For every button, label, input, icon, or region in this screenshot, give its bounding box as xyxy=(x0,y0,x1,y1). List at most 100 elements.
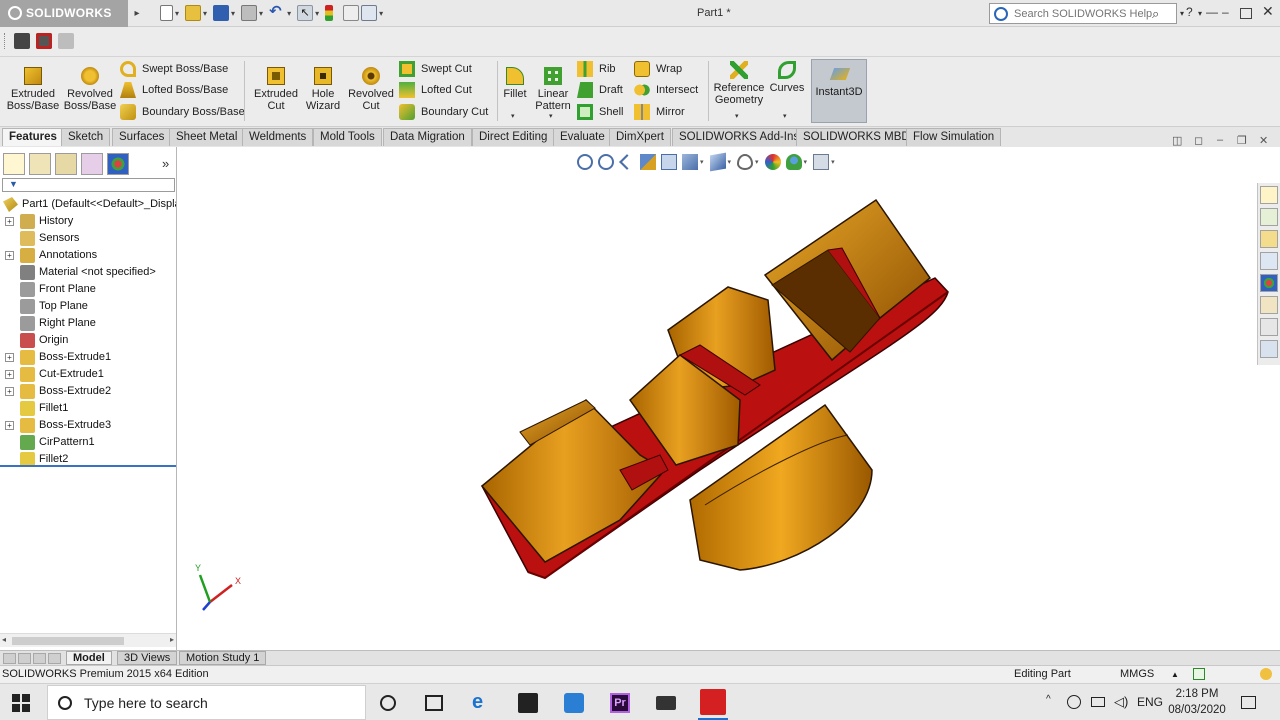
expand-node-icon[interactable]: + xyxy=(5,217,14,226)
tab-model[interactable]: Model xyxy=(66,651,112,665)
menu-expand-icon[interactable]: ▸ xyxy=(130,0,144,27)
file-properties-icon[interactable] xyxy=(343,5,360,21)
tree-item[interactable]: + Annotations xyxy=(0,247,176,264)
tree-horizontal-scrollbar[interactable]: ◂ ▸ xyxy=(0,633,176,647)
tree-item[interactable]: Fillet1 xyxy=(0,400,176,417)
dimxpert-manager-tab-icon[interactable] xyxy=(81,153,103,175)
swept-cut-button[interactable]: Swept Cut xyxy=(399,59,472,79)
extruded-boss-button[interactable]: Extruded Boss/Base xyxy=(6,59,60,112)
unit-system[interactable]: MMGS xyxy=(1120,666,1154,683)
appearances-scenes-icon[interactable] xyxy=(1260,274,1278,292)
input-language[interactable]: ENG xyxy=(1137,695,1163,709)
new-dropdown-icon[interactable]: ▾ xyxy=(175,9,179,18)
scroll-left-icon[interactable]: ◂ xyxy=(2,635,6,644)
property-manager-tab-icon[interactable] xyxy=(29,153,51,175)
intersect-button[interactable]: Intersect xyxy=(634,80,698,100)
last-tab-icon[interactable] xyxy=(48,653,61,664)
help-dropdown-icon[interactable]: ▾ xyxy=(1198,9,1202,18)
tree-item[interactable]: Right Plane xyxy=(0,315,176,332)
mirror-button[interactable]: Mirror xyxy=(634,102,685,122)
save-icon[interactable] xyxy=(213,5,230,21)
action-center-icon[interactable] xyxy=(1241,696,1256,709)
tree-item[interactable]: Front Plane xyxy=(0,281,176,298)
tree-item[interactable]: + Boss-Extrude1 xyxy=(0,349,176,366)
record-camera-icon[interactable] xyxy=(36,33,52,49)
lofted-boss-button[interactable]: Lofted Boss/Base xyxy=(120,80,228,100)
toolbox-icon[interactable] xyxy=(1260,340,1278,358)
open-folder-icon[interactable] xyxy=(185,5,202,21)
rebuild-status-icon[interactable] xyxy=(1260,668,1272,680)
design-library-icon[interactable] xyxy=(1260,208,1278,226)
volume-icon[interactable]: ◁) xyxy=(1114,694,1128,710)
display-manager-tab-icon[interactable] xyxy=(107,153,129,175)
reference-geometry-button[interactable]: Reference Geometry xyxy=(711,59,767,106)
rebuild-traffic-light-icon[interactable] xyxy=(325,5,334,21)
options-icon[interactable] xyxy=(361,5,378,21)
expand-node-icon[interactable]: + xyxy=(5,251,14,260)
solidworks-logo[interactable]: SOLIDWORKS xyxy=(0,0,128,27)
graphics-area[interactable]: ◫ ◻ ‒ ❐ ✕ ▾ ▾ ▾ ▾ ▾ X Y xyxy=(177,134,1280,650)
taskbar-search-box[interactable]: Type here to search xyxy=(47,685,366,720)
instant3d-button[interactable]: Instant3D xyxy=(811,59,867,123)
model-viewport[interactable]: X Y xyxy=(177,147,1280,650)
previous-tab-icon[interactable] xyxy=(18,653,31,664)
store-icon[interactable] xyxy=(518,693,538,713)
search-icon[interactable]: ⌕ xyxy=(1152,6,1159,22)
viewport-tile-icon[interactable]: ◫ xyxy=(1172,134,1182,147)
tab-sheet-metal[interactable]: Sheet Metal xyxy=(169,128,245,146)
tree-item[interactable]: + History xyxy=(0,213,176,230)
view-palette-icon[interactable] xyxy=(1260,252,1278,270)
first-tab-icon[interactable] xyxy=(3,653,16,664)
help-status-icon[interactable] xyxy=(1193,668,1205,680)
revolved-boss-button[interactable]: Revolved Boss/Base xyxy=(63,59,117,112)
viewport-close-icon[interactable]: ✕ xyxy=(1259,134,1268,147)
curves-button[interactable]: Curves xyxy=(769,59,805,94)
tab-mold-tools[interactable]: Mold Tools xyxy=(313,128,382,146)
file-explorer-icon[interactable] xyxy=(1260,230,1278,248)
tab-features[interactable]: Features xyxy=(2,128,64,146)
tab-solidworks-add-ins[interactable]: SOLIDWORKS Add-Ins xyxy=(672,128,807,146)
minimize-icon[interactable]: ‒ xyxy=(1222,5,1229,19)
search-dropdown-icon[interactable]: ▾ xyxy=(1180,9,1184,18)
shell-button[interactable]: Shell xyxy=(577,102,623,122)
boundary-boss-button[interactable]: Boundary Boss/Base xyxy=(120,102,245,122)
expand-node-icon[interactable]: + xyxy=(5,353,14,362)
solidworks-forum-icon[interactable] xyxy=(1260,318,1278,336)
restore-window-button[interactable] xyxy=(1240,8,1252,19)
extruded-cut-button[interactable]: Extruded Cut xyxy=(251,59,301,112)
unit-system-caret-icon[interactable]: ▲ xyxy=(1171,666,1179,683)
curves-dropdown-icon[interactable]: ▾ xyxy=(783,112,787,120)
select-arrow-icon[interactable]: ↖ xyxy=(297,5,314,21)
tree-item[interactable]: Material <not specified> xyxy=(0,264,176,281)
configuration-manager-tab-icon[interactable] xyxy=(55,153,77,175)
select-dropdown-icon[interactable]: ▾ xyxy=(315,9,319,18)
windows-start-icon[interactable] xyxy=(12,694,30,712)
boundary-cut-button[interactable]: Boundary Cut xyxy=(399,102,488,122)
viewport-restore-icon[interactable]: ❐ xyxy=(1237,134,1247,147)
print-dropdown-icon[interactable]: ▾ xyxy=(259,9,263,18)
tab-motion-study[interactable]: Motion Study 1 xyxy=(179,651,267,665)
linear-pattern-dropdown-icon[interactable]: ▾ xyxy=(549,112,553,120)
draft-button[interactable]: Draft xyxy=(577,80,623,100)
rib-button[interactable]: Rib xyxy=(577,59,616,79)
reference-geometry-dropdown-icon[interactable]: ▾ xyxy=(735,112,739,120)
mail-icon[interactable] xyxy=(656,696,676,710)
tab-data-migration[interactable]: Data Migration xyxy=(383,128,472,146)
fillet-dropdown-icon[interactable]: ▾ xyxy=(511,112,515,120)
expand-panel-icon[interactable]: » xyxy=(162,156,169,171)
camera-icon[interactable] xyxy=(14,33,30,49)
tab-evaluate[interactable]: Evaluate xyxy=(553,128,612,146)
save-dropdown-icon[interactable]: ▾ xyxy=(231,9,235,18)
expand-node-icon[interactable]: + xyxy=(5,387,14,396)
lofted-cut-button[interactable]: Lofted Cut xyxy=(399,80,472,100)
tree-item[interactable]: CirPattern1 xyxy=(0,434,176,451)
custom-properties-icon[interactable] xyxy=(1260,296,1278,314)
edge-browser-icon[interactable]: e xyxy=(472,692,492,713)
scroll-thumb[interactable] xyxy=(12,637,124,645)
tree-item[interactable]: + Boss-Extrude2 xyxy=(0,383,176,400)
print-icon[interactable] xyxy=(241,5,258,21)
photos-app-icon[interactable] xyxy=(564,693,584,713)
tree-item[interactable]: Origin xyxy=(0,332,176,349)
show-hidden-icons-icon[interactable]: ^ xyxy=(1046,694,1051,705)
linear-pattern-button[interactable]: Linear Pattern xyxy=(533,59,573,112)
